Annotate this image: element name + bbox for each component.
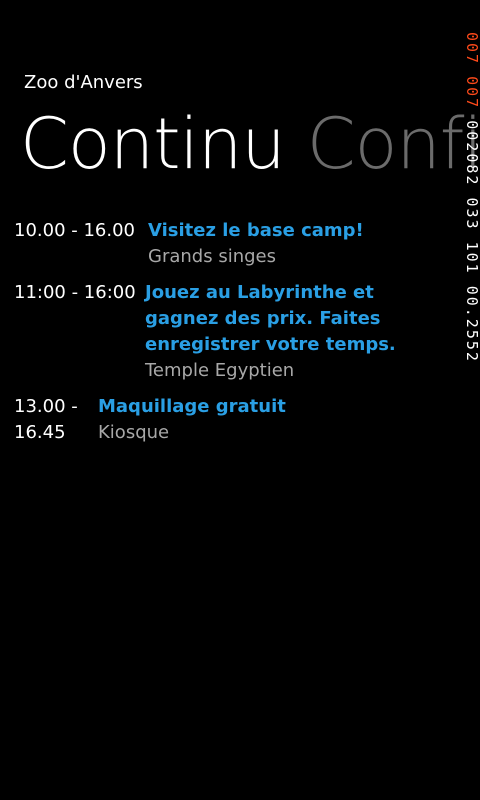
- counter-red-values: 007 007: [463, 32, 480, 110]
- event-title[interactable]: Maquillage gratuit: [98, 394, 464, 420]
- pivot-tab-config[interactable]: Config: [307, 104, 480, 184]
- schedule-list: 10.00 - 16.00 Visitez le base camp! Gran…: [14, 218, 464, 456]
- event-details: Visitez le base camp! Grands singes: [148, 218, 464, 270]
- counter-white-values: 002082 033 101 00.2552: [463, 109, 480, 363]
- event-location: Kiosque: [98, 422, 170, 443]
- event-details: Maquillage gratuit Kiosque: [98, 394, 464, 446]
- event-location: Grands singes: [148, 246, 276, 267]
- event-time: 13.00 - 16.45: [14, 396, 78, 443]
- event-time: 10.00 - 16.00: [14, 220, 135, 241]
- event-details: Jouez au Labyrinthe et gagnez des prix. …: [145, 280, 445, 384]
- event-title[interactable]: Jouez au Labyrinthe et gagnez des prix. …: [145, 280, 445, 358]
- event-location: Temple Egyptien: [145, 360, 295, 381]
- pivot-tab-continu[interactable]: Continu: [20, 104, 286, 184]
- schedule-item[interactable]: 11:00 - 16:00 Jouez au Labyrinthe et gag…: [14, 280, 464, 384]
- pivot-headers: Continu Config: [20, 104, 480, 184]
- app-screen: Zoo d'Anvers Continu Config 007 007 00208…: [0, 0, 480, 800]
- frame-rate-counter-text: 007 007 002082 033 101 00.2552: [462, 32, 480, 363]
- app-title: Zoo d'Anvers: [24, 72, 143, 93]
- schedule-item[interactable]: 13.00 - 16.45 Maquillage gratuit Kiosque: [14, 394, 464, 446]
- event-title[interactable]: Visitez le base camp!: [148, 218, 464, 244]
- schedule-item[interactable]: 10.00 - 16.00 Visitez le base camp! Gran…: [14, 218, 464, 270]
- frame-rate-counter: 007 007 002082 033 101 00.2552: [462, 32, 480, 412]
- event-time: 11:00 - 16:00: [14, 282, 136, 303]
